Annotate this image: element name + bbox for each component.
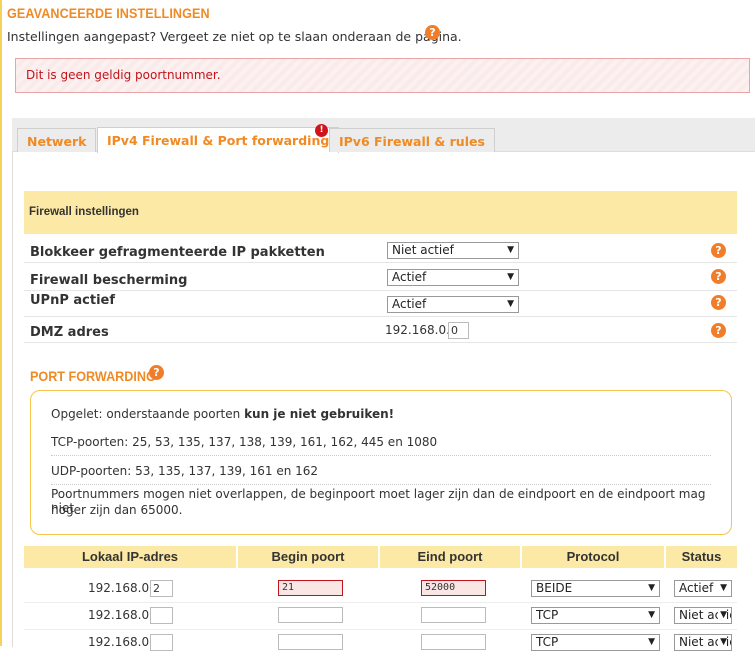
notice-intro: Opgelet: onderstaande poorten kun je nie… xyxy=(51,407,394,421)
upnp-select[interactable]: Actief ▼ xyxy=(387,296,519,313)
end-port-input[interactable] xyxy=(421,607,486,623)
begin-port-input[interactable] xyxy=(278,634,343,650)
setting-label: Firewall bescherming xyxy=(30,273,188,288)
help-icon[interactable]: ? xyxy=(711,323,726,338)
select-value: Actief xyxy=(392,297,427,311)
dropdown-arrow-icon: ▼ xyxy=(648,637,655,647)
page-title: GEAVANCEERDE INSTELLINGEN xyxy=(7,5,210,21)
help-icon[interactable]: ? xyxy=(711,243,726,258)
fragmented-packets-select[interactable]: Niet actief ▼ xyxy=(387,242,519,259)
divider xyxy=(51,455,711,456)
tcp-ports-text: TCP-poorten: 25, 53, 135, 137, 138, 139,… xyxy=(51,435,438,449)
settings-row: Firewall bescherming Actief ▼ ? xyxy=(24,266,737,291)
select-value: Niet actief xyxy=(392,243,454,257)
dropdown-arrow-icon: ▼ xyxy=(648,610,655,620)
status-select[interactable]: Niet actief▼ xyxy=(674,607,732,624)
ip-suffix-input[interactable] xyxy=(150,607,173,624)
row-divider xyxy=(24,629,737,630)
help-icon[interactable]: ? xyxy=(149,365,164,380)
notice-intro-bold: kun je niet gebruiken! xyxy=(244,407,395,421)
settings-row: DMZ adres 192.168.0. 0 ? xyxy=(24,318,737,343)
select-value: BEIDE xyxy=(536,581,573,595)
dropdown-arrow-icon: ▼ xyxy=(507,272,514,282)
select-value: Actief xyxy=(392,270,427,284)
ip-prefix: 192.168.0. xyxy=(88,635,153,649)
help-icon[interactable]: ? xyxy=(711,269,726,284)
setting-label: Blokkeer gefragmenteerde IP pakketten xyxy=(30,245,325,260)
dropdown-arrow-icon: ▼ xyxy=(507,245,514,255)
page-subtitle: Instellingen aangepast? Vergeet ze niet … xyxy=(7,29,462,44)
help-icon[interactable]: ? xyxy=(711,295,726,310)
settings-row: Blokkeer gefragmenteerde IP pakketten Ni… xyxy=(24,240,737,263)
tab-ipv6-firewall[interactable]: IPv6 Firewall & rules xyxy=(329,128,495,152)
column-header-status: Status xyxy=(666,546,737,568)
left-accent-bar xyxy=(0,0,2,646)
dropdown-arrow-icon: ▼ xyxy=(718,581,727,596)
setting-label: DMZ adres xyxy=(30,325,109,340)
column-header-end-port: Eind poort xyxy=(380,546,520,568)
end-port-input[interactable]: 52000 xyxy=(421,580,486,596)
dropdown-arrow-icon: ▼ xyxy=(718,635,727,650)
dmz-address-input[interactable]: 0 xyxy=(448,322,469,339)
dropdown-arrow-icon: ▼ xyxy=(507,299,514,309)
begin-port-input[interactable] xyxy=(278,607,343,623)
begin-port-input[interactable]: 21 xyxy=(278,580,343,596)
protocol-select[interactable]: TCP ▼ xyxy=(531,634,660,651)
port-forwarding-title: PORT FORWARDING xyxy=(30,368,156,384)
settings-row: UPnP actief Actief ▼ ? xyxy=(24,292,737,317)
divider xyxy=(51,484,711,485)
select-value: Actief xyxy=(679,581,714,595)
rules-text-line-2: hoger zijn dan 65000. xyxy=(51,503,183,517)
protocol-select[interactable]: BEIDE ▼ xyxy=(531,580,660,597)
ip-suffix-input[interactable] xyxy=(150,634,173,651)
column-header-begin-port: Begin poort xyxy=(238,546,378,568)
dropdown-arrow-icon: ▼ xyxy=(648,583,655,593)
end-port-input[interactable] xyxy=(421,634,486,650)
setting-label: UPnP actief xyxy=(30,293,116,308)
ip-suffix-input[interactable]: 2 xyxy=(150,580,173,597)
error-message-box: Dit is geen geldig poortnummer. xyxy=(15,58,750,93)
status-select[interactable]: Actief ▼ xyxy=(674,580,732,597)
tab-label: Netwerk xyxy=(27,134,87,149)
tab-label: IPv6 Firewall & rules xyxy=(339,134,485,149)
tab-netwerk[interactable]: Netwerk xyxy=(17,128,97,152)
select-value: TCP xyxy=(536,608,559,622)
notice-intro-text: Opgelet: onderstaande poorten xyxy=(51,407,245,421)
column-header-local-ip: Lokaal IP-adres xyxy=(24,546,236,568)
firewall-protection-select[interactable]: Actief ▼ xyxy=(387,269,519,286)
firewall-settings-title: Firewall instellingen xyxy=(29,206,139,218)
warning-icon: ! xyxy=(315,124,328,137)
help-icon[interactable]: ? xyxy=(425,25,440,40)
dropdown-arrow-icon: ▼ xyxy=(718,608,727,623)
status-select[interactable]: Niet actief▼ xyxy=(674,634,732,651)
udp-ports-text: UDP-poorten: 53, 135, 137, 139, 161 en 1… xyxy=(51,464,319,478)
tab-label: IPv4 Firewall & Port forwarding xyxy=(107,133,330,148)
ip-prefix: 192.168.0. xyxy=(88,608,153,622)
tab-ipv4-firewall[interactable]: IPv4 Firewall & Port forwarding xyxy=(97,127,340,153)
firewall-settings-header: Firewall instellingen xyxy=(24,191,737,234)
error-message: Dit is geen geldig poortnummer. xyxy=(26,68,221,82)
dmz-prefix: 192.168.0. xyxy=(385,323,450,337)
column-header-protocol: Protocol xyxy=(522,546,664,568)
protocol-select[interactable]: TCP ▼ xyxy=(531,607,660,624)
select-value: TCP xyxy=(536,635,559,649)
port-notice-box: Opgelet: onderstaande poorten kun je nie… xyxy=(30,390,732,535)
ip-prefix: 192.168.0. xyxy=(88,581,153,595)
row-divider xyxy=(24,602,737,603)
